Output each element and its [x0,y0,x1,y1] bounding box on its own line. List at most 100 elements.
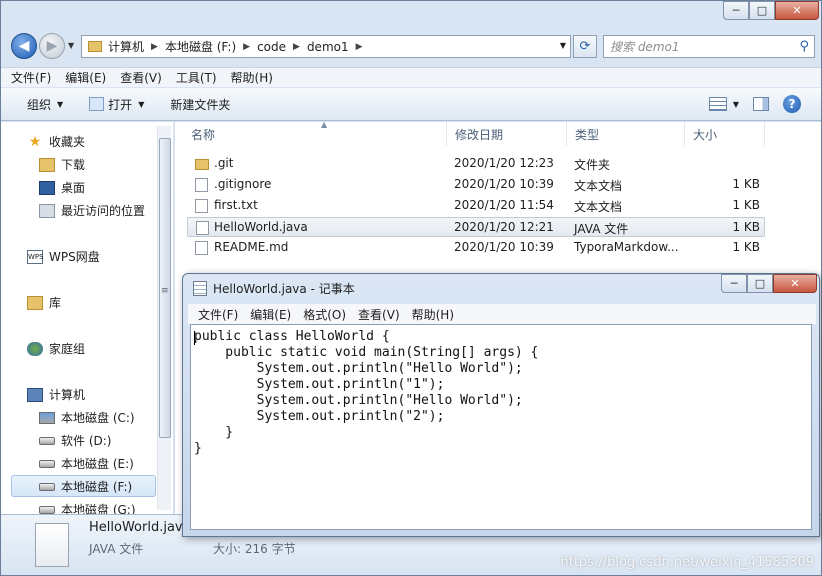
nav-desktop[interactable]: 桌面 [39,179,85,196]
notepad-text-area[interactable]: public class HelloWorld { public static … [190,324,812,530]
command-bar: 组织 ▼ 打开 ▼ 新建文件夹 ▼ ? [1,88,821,121]
nav-computer[interactable]: 计算机 [27,386,85,403]
breadcrumb-item[interactable]: 计算机 ▶ [108,38,165,55]
column-header-date[interactable]: 修改日期 [447,122,567,146]
chevron-down-icon[interactable]: ▼ [733,100,739,109]
address-bar[interactable]: 计算机 ▶ 本地磁盘 (F:) ▶ code ▶ demo1 ▶ ▼ [81,35,571,58]
organize-button[interactable]: 组织 ▼ [27,96,63,113]
search-input[interactable]: 搜索 demo1 ⚲ [603,35,815,58]
menu-edit[interactable]: 编辑(E) [65,69,106,86]
java-file-icon [196,221,209,235]
minimize-button[interactable]: ─ [721,274,747,293]
file-row-selected[interactable]: HelloWorld.java 2020/1/20 12:21 JAVA 文件 … [187,217,765,237]
wps-cloud-icon: WPS [27,249,44,264]
chevron-down-icon: ▼ [57,99,64,109]
notepad-caption-buttons: ─ □ ✕ [721,274,817,293]
computer-icon [27,387,43,402]
file-row[interactable]: .git 2020/1/20 12:23 文件夹 [187,154,765,174]
file-size: 1 KB [732,177,760,191]
menu-tools[interactable]: 工具(T) [176,69,217,86]
markdown-file-icon [195,241,208,255]
breadcrumb-item[interactable]: code ▶ [257,40,307,54]
notepad-window[interactable]: HelloWorld.java - 记事本 ─ □ ✕ 文件(F) 编辑(E) … [182,273,820,537]
file-date: 2020/1/20 10:39 [454,177,554,191]
watermark: https://blog.csdn.net/weixin_41585309 [560,555,814,570]
nav-drive-c[interactable]: 本地磁盘 (C:) [39,409,135,426]
java-file-icon [35,523,69,567]
close-button[interactable]: ✕ [773,274,817,293]
file-size: 1 KB [732,220,760,234]
drive-icon [39,459,55,468]
desktop-icon [39,180,55,195]
nav-favorites[interactable]: ★ 收藏夹 [27,133,85,150]
view-controls: ▼ ? [708,95,801,113]
help-icon[interactable]: ? [783,95,801,113]
file-row[interactable]: .gitignore 2020/1/20 10:39 文本文档 1 KB [187,175,765,195]
address-row: ◀ ▶ ▼ 计算机 ▶ 本地磁盘 (F:) ▶ code ▶ demo1 ▶ ▼ ⟳ 搜… [7,31,817,61]
file-row[interactable]: README.md 2020/1/20 10:39 TyporaMarkdow.… [187,238,765,258]
close-button[interactable]: ✕ [775,1,819,20]
column-header-name[interactable]: 名称 ▲ [183,120,447,146]
file-type: 文本文档 [574,200,623,214]
nav-drive-g[interactable]: 本地磁盘 (G:) [39,501,136,514]
file-size: 1 KB [732,198,760,212]
refresh-button[interactable]: ⟳ [573,35,597,58]
forward-arrow-icon: ▶ [46,38,58,54]
menu-format[interactable]: 格式(O) [303,306,346,323]
nav-scrollbar[interactable]: ≡ [157,126,171,510]
navigation-pane: ★ 收藏夹 下载 桌面 最近访问的位置 WPS WPS网盘 库 家庭组 计算机 本地… [1,122,174,514]
details-file-type: JAVA 文件 [89,542,144,556]
library-icon [27,295,43,310]
explorer-caption-buttons: ─ □ ✕ [723,1,819,20]
search-icon[interactable]: ⚲ [799,39,809,54]
nav-recent[interactable]: 最近访问的位置 [39,202,145,219]
drive-icon [39,505,55,514]
maximize-button[interactable]: □ [747,274,773,293]
file-type: TyporaMarkdow... [574,240,679,254]
notepad-icon [193,281,207,296]
file-name: .gitignore [214,177,272,191]
file-type: JAVA 文件 [574,222,629,236]
notepad-titlebar[interactable]: HelloWorld.java - 记事本 [193,280,355,297]
file-date: 2020/1/20 12:23 [454,156,554,170]
menu-view[interactable]: 查看(V) [358,306,400,323]
new-folder-button[interactable]: 新建文件夹 [170,96,230,113]
maximize-button[interactable]: □ [749,1,775,20]
view-options-icon[interactable] [708,97,727,111]
scroll-grip-icon: ≡ [161,286,169,296]
recent-pages-dropdown[interactable]: ▼ [68,41,74,50]
nav-library[interactable]: 库 [27,294,61,311]
file-row[interactable]: first.txt 2020/1/20 11:54 文本文档 1 KB [187,196,765,216]
preview-pane-icon[interactable] [753,97,769,111]
file-date: 2020/1/20 10:39 [454,240,554,254]
menu-edit[interactable]: 编辑(E) [250,306,291,323]
nav-wps[interactable]: WPS WPS网盘 [27,248,100,265]
nav-homegroup[interactable]: 家庭组 [27,340,85,357]
back-button[interactable]: ◀ [11,33,37,59]
system-drive-icon [39,411,55,424]
details-file-size: 大小: 216 字节 [213,542,296,556]
menu-file[interactable]: 文件(F) [11,69,51,86]
menu-view[interactable]: 查看(V) [120,69,162,86]
menu-help[interactable]: 帮助(H) [412,306,454,323]
breadcrumb-item[interactable]: 本地磁盘 (F:) ▶ [165,38,257,55]
breadcrumb-item[interactable]: demo1 ▶ [307,40,370,54]
file-type: 文件夹 [574,158,611,172]
minimize-button[interactable]: ─ [723,1,749,20]
search-placeholder: 搜索 demo1 [610,40,680,54]
text-file-icon [195,178,208,192]
column-header-type[interactable]: 类型 [567,122,685,146]
nav-downloads[interactable]: 下载 [39,156,85,173]
menu-help[interactable]: 帮助(H) [231,69,273,86]
open-button[interactable]: 打开 ▼ [89,96,144,113]
nav-drive-d[interactable]: 软件 (D:) [39,432,111,449]
address-dropdown-icon[interactable]: ▼ [560,41,566,50]
open-icon [89,97,105,111]
menu-file[interactable]: 文件(F) [198,306,238,323]
nav-drive-e[interactable]: 本地磁盘 (E:) [39,455,134,472]
forward-button[interactable]: ▶ [39,33,65,59]
nav-drive-f[interactable]: 本地磁盘 (F:) [39,478,132,495]
file-date: 2020/1/20 11:54 [454,198,554,212]
column-header-size[interactable]: 大小 [685,122,765,146]
file-name: HelloWorld.java [214,220,308,234]
